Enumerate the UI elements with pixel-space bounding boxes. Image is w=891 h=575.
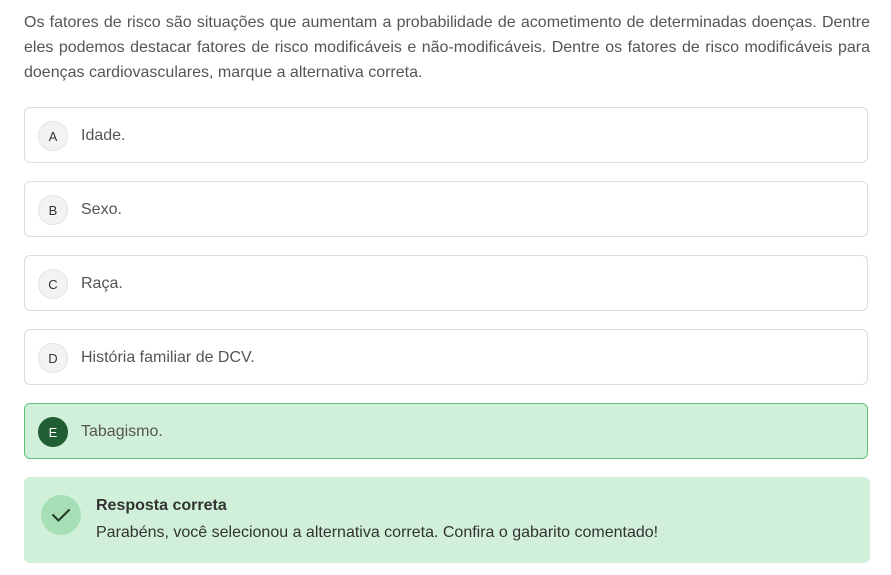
option-label: Tabagismo. — [81, 423, 163, 440]
check-icon — [41, 495, 81, 535]
question-text: Os fatores de risco são situações que au… — [24, 14, 870, 81]
option-c[interactable]: C Raça. — [24, 255, 868, 311]
option-letter-badge: E — [38, 417, 68, 447]
feedback-title: Resposta correta — [96, 497, 227, 514]
option-label: História familiar de DCV. — [81, 349, 255, 366]
option-e[interactable]: E Tabagismo. — [24, 403, 868, 459]
option-b[interactable]: B Sexo. — [24, 181, 868, 237]
option-letter-badge: D — [38, 343, 68, 373]
option-label: Raça. — [81, 275, 123, 292]
option-d[interactable]: D História familiar de DCV. — [24, 329, 868, 385]
option-letter-badge: A — [38, 121, 68, 151]
option-label: Sexo. — [81, 201, 122, 218]
option-a[interactable]: A Idade. — [24, 107, 868, 163]
option-letter-badge: B — [38, 195, 68, 225]
feedback-message: Parabéns, você selecionou a alternativa … — [96, 524, 659, 541]
feedback-banner: Resposta correta Parabéns, você selecion… — [24, 477, 870, 563]
option-letter-badge: C — [38, 269, 68, 299]
option-label: Idade. — [81, 127, 126, 144]
